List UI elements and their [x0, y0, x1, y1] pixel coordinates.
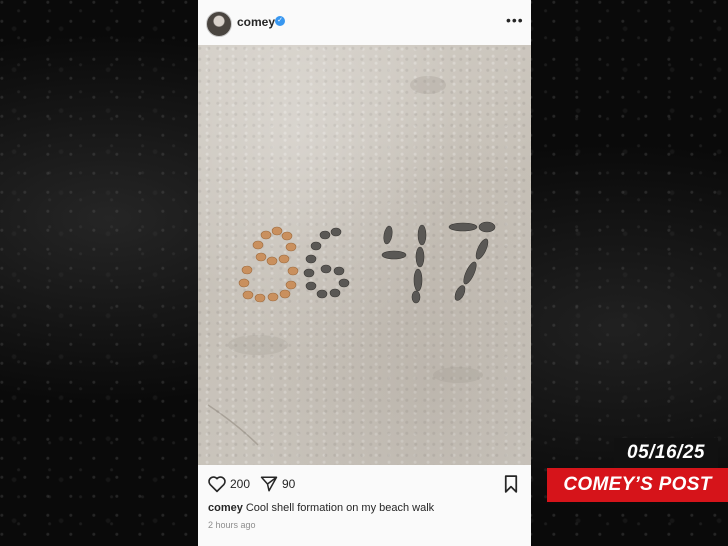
like-count: 200 — [230, 477, 251, 491]
instagram-post: comey ✓ ••• 200 90 comey Cool shell form… — [198, 0, 531, 546]
date-overlay: 05/16/25 — [614, 438, 718, 468]
post-timestamp: 2 hours ago — [208, 520, 256, 530]
avatar[interactable] — [206, 11, 232, 37]
post-actions: 200 90 comey Cool shell formation on my b… — [198, 465, 531, 546]
caption-text: Cool shell formation on my beach walk — [245, 502, 435, 514]
caption-username[interactable]: comey — [208, 502, 243, 514]
post-header: comey ✓ ••• — [198, 0, 531, 45]
digit-4 — [381, 224, 427, 304]
post-caption: comey Cool shell formation on my beach wa… — [208, 502, 434, 514]
verified-badge-icon: ✓ — [275, 16, 285, 26]
title-overlay: COMEY’S POST — [547, 468, 728, 502]
send-icon[interactable] — [260, 475, 278, 493]
digit-8 — [238, 226, 299, 303]
share-count: 90 — [282, 477, 296, 491]
heart-icon[interactable] — [207, 475, 227, 493]
digit-7 — [448, 221, 496, 301]
post-photo — [198, 45, 531, 465]
post-username[interactable]: comey — [237, 15, 275, 29]
more-options-icon[interactable]: ••• — [506, 12, 524, 28]
bookmark-icon[interactable] — [504, 475, 518, 493]
digit-6 — [303, 227, 350, 299]
shell-formation — [207, 76, 496, 446]
